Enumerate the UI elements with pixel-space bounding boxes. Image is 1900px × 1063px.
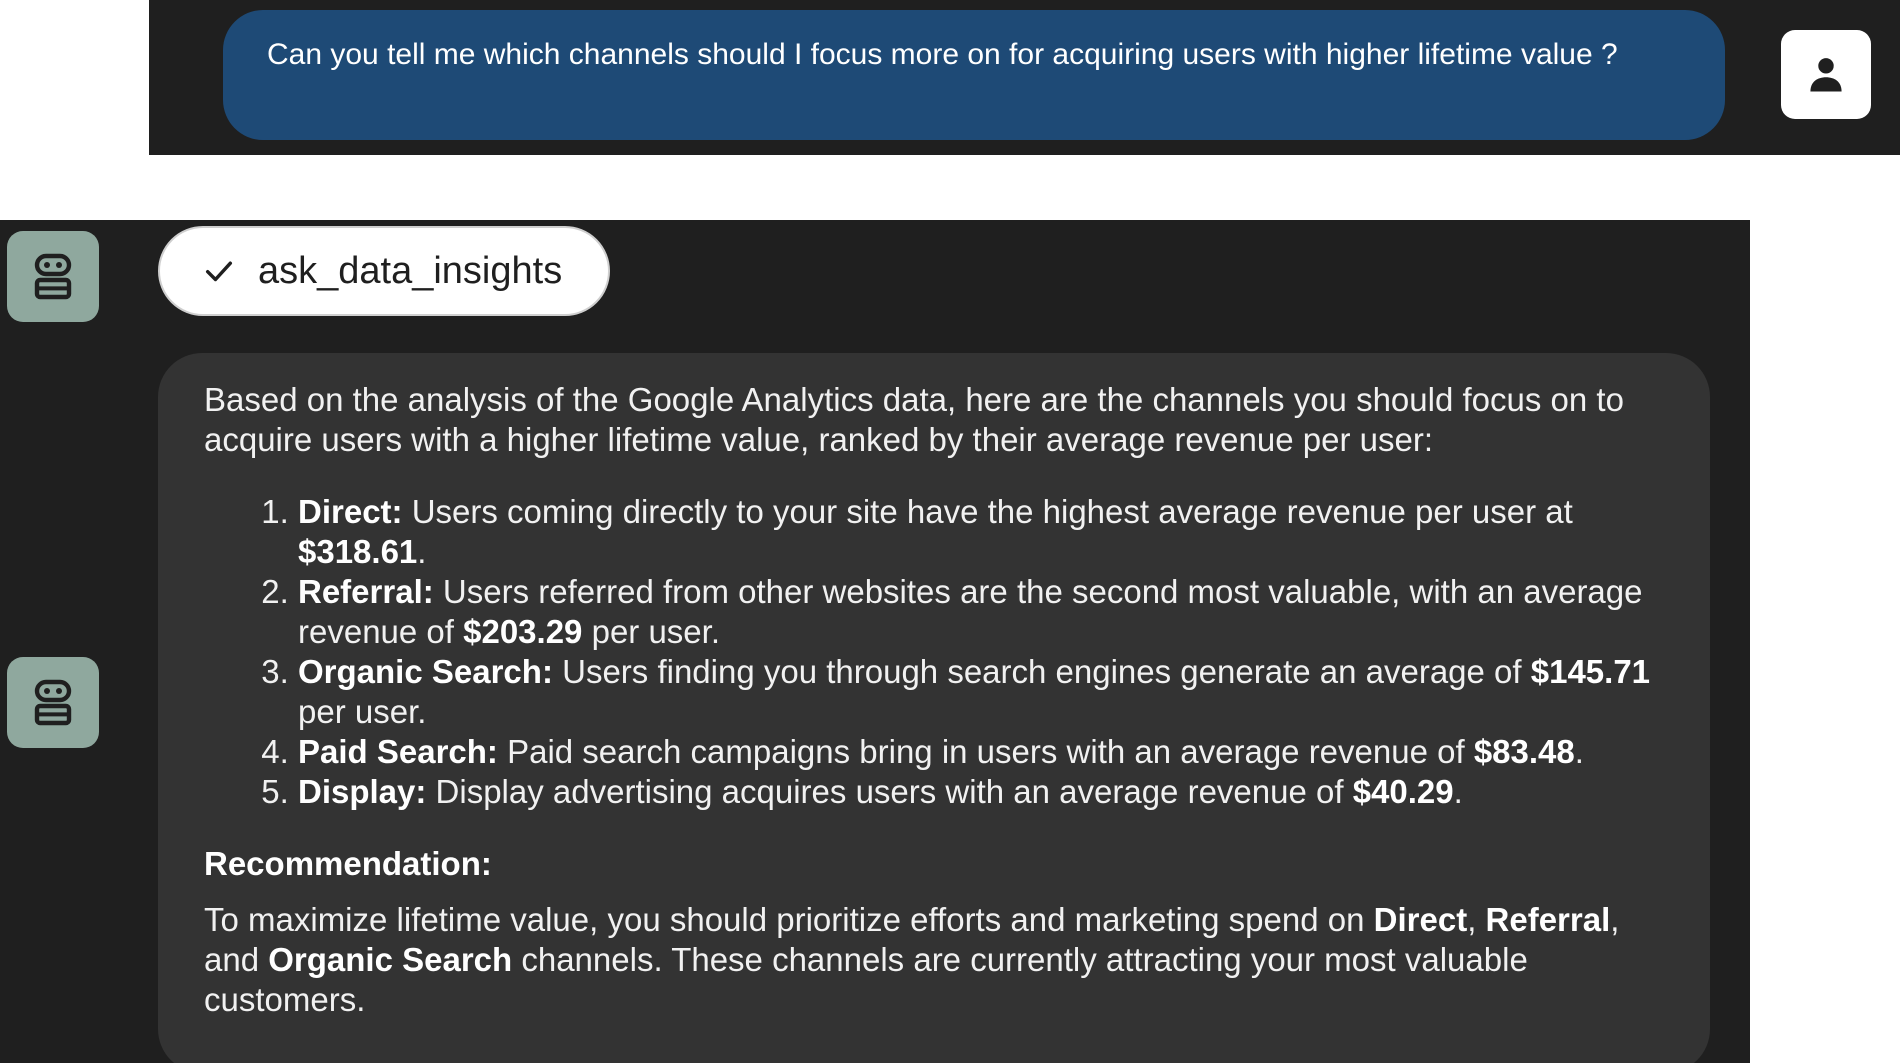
channel-value: $318.61 xyxy=(298,533,418,570)
channel-list: Direct: Users coming directly to your si… xyxy=(204,492,1670,812)
list-item: Referral: Users referred from other webs… xyxy=(298,572,1670,652)
agent-avatar xyxy=(7,657,99,748)
recommendation-part: To maximize lifetime value, you should p… xyxy=(204,901,1374,938)
recommendation-part: , xyxy=(1467,901,1486,938)
tool-call-name: ask_data_insights xyxy=(258,249,563,292)
channel-name: Referral: xyxy=(298,573,434,610)
list-item: Organic Search: Users finding you throug… xyxy=(298,652,1670,732)
channel-description: Paid search campaigns bring in users wit… xyxy=(497,733,1474,770)
user-avatar xyxy=(1781,30,1871,119)
channel-name: Paid Search: xyxy=(298,733,498,770)
check-icon xyxy=(202,254,236,288)
agent-response-panel: ask_data_insights Based on the analysis … xyxy=(0,220,1750,1063)
channel-value: $40.29 xyxy=(1352,773,1454,810)
response-card: Based on the analysis of the Google Anal… xyxy=(158,353,1710,1063)
robot-icon xyxy=(34,679,72,725)
channel-name: Display: xyxy=(298,773,427,810)
channel-value: $83.48 xyxy=(1473,733,1575,770)
recommendation-channel: Organic Search xyxy=(268,941,513,978)
channel-suffix: . xyxy=(1453,773,1463,810)
channel-name: Direct: xyxy=(298,493,403,530)
list-item: Direct: Users coming directly to your si… xyxy=(298,492,1670,572)
recommendation-channel: Direct xyxy=(1373,901,1468,938)
list-item: Paid Search: Paid search campaigns bring… xyxy=(298,732,1670,772)
recommendation-heading: Recommendation: xyxy=(204,845,492,882)
robot-icon xyxy=(34,253,72,299)
channel-suffix: . xyxy=(1574,733,1584,770)
channel-name: Organic Search: xyxy=(298,653,553,690)
recommendation-channel: Referral xyxy=(1485,901,1611,938)
channel-value: $203.29 xyxy=(463,613,583,650)
channel-suffix: . xyxy=(417,533,427,570)
response-intro: Based on the analysis of the Google Anal… xyxy=(204,381,1624,458)
channel-suffix: per user. xyxy=(582,613,720,650)
channel-value: $145.71 xyxy=(1530,653,1651,690)
chat-page: Can you tell me which channels should I … xyxy=(0,0,1900,1063)
user-message-text: Can you tell me which channels should I … xyxy=(267,38,1618,71)
channel-suffix: per user. xyxy=(298,693,427,730)
channel-description: Display advertising acquires users with … xyxy=(426,773,1353,810)
channel-description: Users finding you through search engines… xyxy=(552,653,1531,690)
recommendation-text: To maximize lifetime value, you should p… xyxy=(204,900,1670,1020)
user-message-bubble: Can you tell me which channels should I … xyxy=(223,10,1725,140)
person-icon xyxy=(1810,57,1842,91)
channel-description: Users coming directly to your site have … xyxy=(402,493,1573,530)
list-item: Display: Display advertising acquires us… xyxy=(298,772,1670,812)
agent-avatar xyxy=(7,231,99,322)
tool-call-chip[interactable]: ask_data_insights xyxy=(158,226,610,316)
